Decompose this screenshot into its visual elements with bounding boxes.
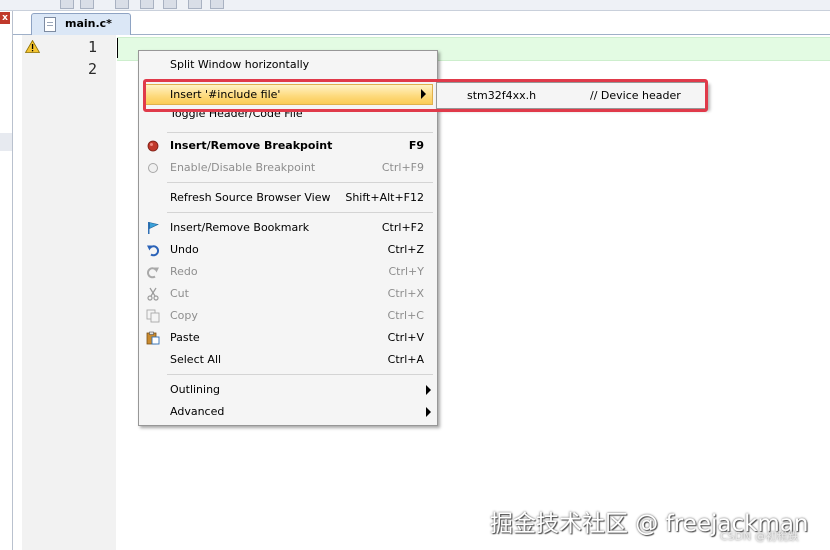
menu-item-label: Refresh Source Browser View	[170, 191, 331, 204]
toolbar-button[interactable]	[80, 0, 94, 9]
project-pane	[0, 11, 13, 550]
menu-item-shortcut: Shift+Alt+F12	[345, 191, 424, 204]
breakpoint-red-dot-icon	[147, 140, 159, 152]
toolbar-button[interactable]	[140, 0, 154, 9]
menu-item-undo[interactable]: Undo Ctrl+Z	[139, 239, 437, 261]
bookmark-flag-icon	[148, 222, 159, 234]
menu-item-label: Undo	[170, 243, 199, 256]
menu-item-label: Paste	[170, 331, 200, 344]
annotation-highlight-box	[143, 79, 708, 112]
redo-icon	[147, 267, 159, 279]
menu-item-enable-disable-breakpoint[interactable]: Enable/Disable Breakpoint Ctrl+F9	[139, 157, 437, 179]
menu-separator	[167, 132, 433, 133]
menu-item-select-all[interactable]: Select All Ctrl+A	[139, 349, 437, 371]
menu-item-shortcut: Ctrl+C	[387, 309, 424, 322]
toolbar-button[interactable]	[115, 0, 129, 9]
menu-item-copy[interactable]: Copy Ctrl+C	[139, 305, 437, 327]
line-number-gutter	[22, 35, 116, 550]
menu-item-shortcut: Ctrl+Y	[388, 265, 424, 278]
submenu-arrow-icon	[426, 385, 431, 395]
menu-item-label: Redo	[170, 265, 198, 278]
menu-item-shortcut: Ctrl+Z	[387, 243, 424, 256]
menu-item-shortcut: Ctrl+V	[387, 331, 424, 344]
text-caret	[117, 38, 118, 58]
toolbar-button[interactable]	[210, 0, 224, 9]
copy-icon	[146, 309, 160, 323]
tab-main-c[interactable]: main.c*	[31, 13, 131, 35]
warning-icon	[25, 40, 40, 53]
menu-separator	[167, 374, 433, 375]
watermark-small-text: CSDN @初稅跌	[720, 530, 799, 543]
menu-item-shortcut: F9	[408, 139, 424, 152]
project-pane-selection	[0, 133, 12, 151]
menu-item-label: Split Window horizontally	[170, 58, 310, 71]
menu-item-label: Copy	[170, 309, 198, 322]
menu-item-shortcut: Ctrl+F2	[381, 221, 424, 234]
toolbar-button[interactable]	[60, 0, 74, 9]
menu-item-paste[interactable]: Paste Ctrl+V	[139, 327, 437, 349]
toolbar	[0, 0, 830, 11]
menu-item-redo[interactable]: Redo Ctrl+Y	[139, 261, 437, 283]
menu-item-shortcut: Ctrl+X	[387, 287, 424, 300]
toolbar-button[interactable]	[188, 0, 202, 9]
menu-item-label: Select All	[170, 353, 222, 366]
line-number: 2	[87, 60, 97, 78]
menu-item-cut[interactable]: Cut Ctrl+X	[139, 283, 437, 305]
menu-separator	[167, 182, 433, 183]
menu-item-label: Enable/Disable Breakpoint	[170, 161, 316, 174]
scissors-icon	[147, 287, 159, 301]
undo-icon	[147, 245, 159, 257]
menu-item-label: Outlining	[170, 383, 221, 396]
menu-item-label: Cut	[170, 287, 189, 300]
paste-icon	[146, 331, 160, 345]
menu-item-insert-remove-breakpoint[interactable]: Insert/Remove Breakpoint F9	[139, 135, 437, 157]
close-pane-icon[interactable]: x	[0, 12, 10, 24]
menu-item-shortcut: Ctrl+F9	[381, 161, 424, 174]
breakpoint-hollow-icon	[148, 163, 158, 173]
line-number: 1	[87, 38, 97, 56]
menu-item-advanced[interactable]: Advanced	[139, 401, 437, 423]
menu-item-split-window[interactable]: Split Window horizontally	[139, 54, 437, 76]
menu-item-label: Advanced	[170, 405, 225, 418]
menu-item-insert-remove-bookmark[interactable]: Insert/Remove Bookmark Ctrl+F2	[139, 217, 437, 239]
menu-item-outlining[interactable]: Outlining	[139, 379, 437, 401]
tab-label: main.c*	[65, 17, 112, 30]
toolbar-button[interactable]	[163, 0, 177, 9]
file-icon	[44, 17, 56, 32]
editor-tab-bar: main.c*	[13, 11, 830, 35]
menu-item-label: Insert/Remove Breakpoint	[170, 139, 333, 152]
menu-item-toggle-header[interactable]: Toggle Header/Code File	[139, 107, 437, 131]
menu-item-label: Insert/Remove Bookmark	[170, 221, 310, 234]
menu-item-refresh-source-browser[interactable]: Refresh Source Browser View Shift+Alt+F1…	[139, 187, 437, 209]
submenu-arrow-icon	[426, 407, 431, 417]
menu-item-shortcut: Ctrl+A	[387, 353, 424, 366]
menu-separator	[167, 212, 433, 213]
